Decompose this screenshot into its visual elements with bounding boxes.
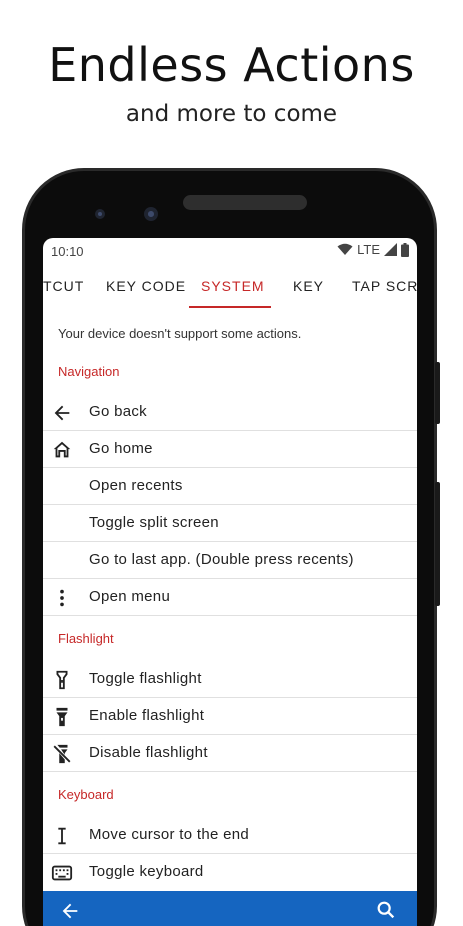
action-label: Go home	[89, 440, 153, 457]
unsupported-notice: Your device doesn't support some actions…	[58, 326, 302, 341]
section-title-keyboard: Keyboard	[58, 787, 114, 802]
status-bar: 10:10 LTE	[43, 238, 417, 264]
home-icon	[53, 441, 71, 458]
phone-screen: 10:10 LTE TCUT KEY CODE SYSTEM KEY TAP S…	[43, 238, 417, 926]
action-label: Open menu	[89, 588, 171, 605]
section-title-flashlight: Flashlight	[58, 631, 114, 646]
action-disable-flashlight[interactable]: Disable flashlight	[43, 735, 417, 772]
tab-key-code[interactable]: KEY CODE	[106, 278, 186, 294]
action-go-back[interactable]: Go back	[43, 394, 417, 431]
action-move-cursor-to-end[interactable]: Move cursor to the end	[43, 817, 417, 854]
action-toggle-split-screen[interactable]: Toggle split screen	[43, 505, 417, 542]
action-go-home[interactable]: Go home	[43, 431, 417, 468]
tab-shortcut[interactable]: TCUT	[43, 278, 84, 294]
action-label: Go back	[89, 403, 147, 420]
flashlight-off-icon	[53, 744, 71, 764]
keyboard-icon	[51, 865, 73, 881]
action-label: Move cursor to the end	[89, 826, 250, 843]
action-label: Toggle flashlight	[89, 670, 202, 687]
phone-speaker	[183, 195, 307, 210]
action-label: Enable flashlight	[89, 707, 205, 724]
promo-headline: Endless Actions	[48, 38, 415, 92]
status-time: 10:10	[51, 244, 84, 259]
flashlight-on-icon	[56, 707, 68, 727]
tab-key[interactable]: KEY	[293, 278, 324, 294]
action-toggle-keyboard[interactable]: Toggle keyboard	[43, 854, 417, 891]
arrow-back-icon[interactable]	[59, 900, 81, 922]
phone-front-camera	[144, 207, 158, 221]
action-label: Open recents	[89, 477, 183, 494]
tab-system[interactable]: SYSTEM	[201, 278, 265, 294]
search-icon[interactable]	[375, 899, 397, 921]
phone-power-button	[435, 362, 440, 424]
wifi-icon	[337, 243, 353, 255]
action-go-to-last-app[interactable]: Go to last app. (Double press recents)	[43, 542, 417, 579]
network-type: LTE	[357, 242, 380, 257]
promo-subheadline: and more to come	[125, 101, 338, 127]
tab-bar: TCUT KEY CODE SYSTEM KEY TAP SCRE	[43, 271, 417, 309]
section-title-navigation: Navigation	[58, 364, 120, 379]
action-open-menu[interactable]: Open menu	[43, 579, 417, 616]
more-vert-icon	[60, 589, 64, 607]
action-toggle-flashlight[interactable]: Toggle flashlight	[43, 661, 417, 698]
tab-indicator	[189, 306, 271, 308]
signal-icon	[384, 243, 397, 256]
tab-tap-screen[interactable]: TAP SCRE	[352, 278, 417, 294]
bottom-app-bar	[43, 891, 417, 926]
arrow-back-icon	[54, 405, 70, 421]
phone-sensor	[95, 209, 105, 219]
action-open-recents[interactable]: Open recents	[43, 468, 417, 505]
action-label: Toggle split screen	[89, 514, 219, 531]
action-label: Go to last app. (Double press recents)	[89, 551, 354, 568]
battery-icon	[401, 242, 409, 257]
action-label: Toggle keyboard	[89, 863, 204, 880]
flashlight-icon	[56, 670, 68, 690]
phone-volume-button	[435, 482, 440, 606]
text-cursor-icon	[58, 827, 66, 845]
action-label: Disable flashlight	[89, 744, 208, 761]
action-enable-flashlight[interactable]: Enable flashlight	[43, 698, 417, 735]
